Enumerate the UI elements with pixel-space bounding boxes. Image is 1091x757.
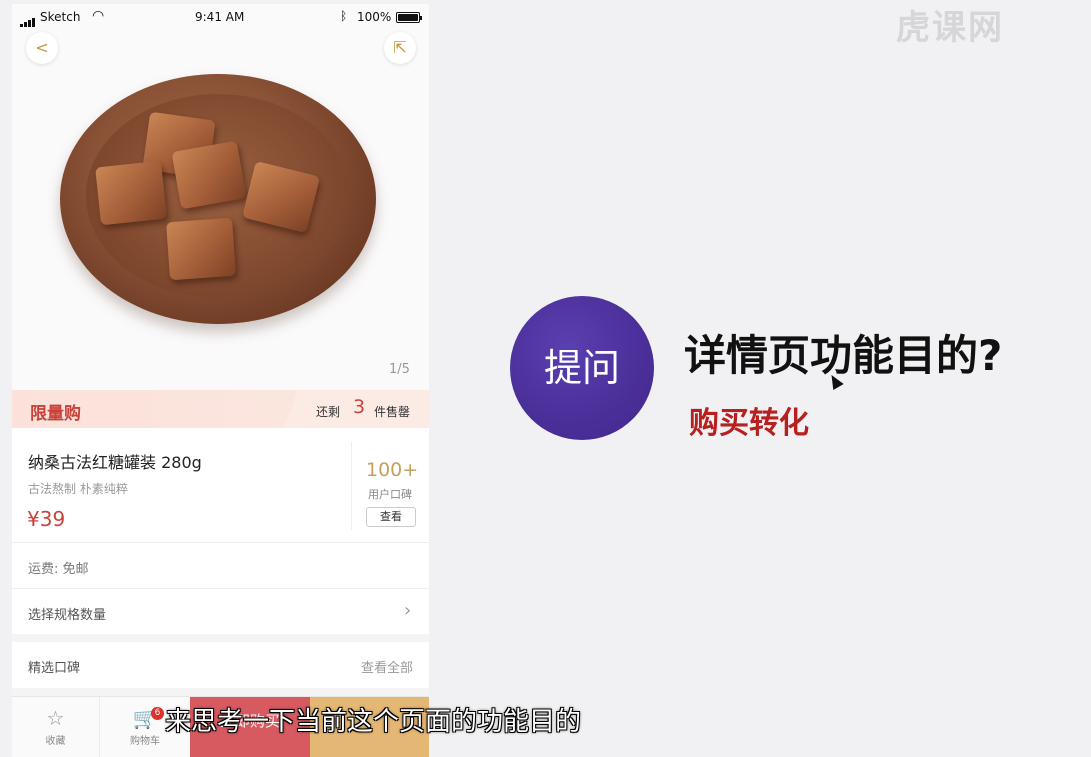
video-subtitle: 来思考一下当前这个页面的功能目的 xyxy=(165,707,582,737)
share-icon: ⇱ xyxy=(393,38,407,57)
share-button[interactable]: ⇱ xyxy=(384,32,416,64)
slide-question: 详情页功能目的? xyxy=(684,331,1003,380)
spec-selector-label: 选择规格数量 xyxy=(28,608,107,623)
stock-remaining-suffix: 件售罄 xyxy=(374,405,411,419)
flash-sale-banner: 限量购 还剩 3 件售罄 xyxy=(12,390,429,428)
watermark-logo: 虎课网 xyxy=(896,8,1004,48)
favorite-label: 收藏 xyxy=(45,736,66,747)
flash-sale-title: 限量购 xyxy=(30,404,81,424)
chevron-left-icon: < xyxy=(35,38,49,57)
divider xyxy=(351,442,352,530)
bluetooth-icon: ᛒ xyxy=(340,9,348,23)
ask-label: 提问 xyxy=(543,346,620,390)
product-info-card: 纳桑古法红糖罐装 280g 古法熬制 朴素纯粹 ¥39 100+ 用户口碑 查看 xyxy=(12,428,429,542)
review-label: 用户口碑 xyxy=(368,488,412,501)
carrier-name: Sketch xyxy=(40,10,81,24)
product-photo xyxy=(60,74,376,324)
battery-percent: 100% xyxy=(357,10,392,24)
image-pager: 1/5 xyxy=(389,362,410,377)
wifi-icon: ◠ xyxy=(92,8,105,24)
view-all-reviews-link[interactable]: 查看全部 xyxy=(361,657,413,676)
stock-remaining-prefix: 还剩 xyxy=(316,405,341,419)
stock-remaining-count: 3 xyxy=(353,396,366,418)
status-bar: Sketch ◠ 9:41 AM ᛒ 100% xyxy=(12,4,429,32)
shipping-info: 运费: 免邮 xyxy=(28,562,89,577)
ask-badge: 提问 xyxy=(510,296,654,440)
product-price: ¥39 xyxy=(27,507,66,531)
featured-reviews-title: 精选口碑 xyxy=(28,661,81,676)
review-count: 100+ xyxy=(366,459,419,481)
shipping-row: 运费: 免邮 xyxy=(12,542,429,588)
battery-icon xyxy=(396,12,422,23)
slide-answer: 购买转化 xyxy=(689,406,809,441)
product-name: 纳桑古法红糖罐装 280g xyxy=(28,453,202,472)
phone-screen: 1/5 Sketch ◠ 9:41 AM ᛒ 100% < ⇱ 限量购 还剩 3… xyxy=(12,4,429,757)
signal-icon xyxy=(20,13,36,27)
featured-reviews-header: 精选口碑 查看全部 xyxy=(12,642,429,688)
star-icon: ☆ xyxy=(46,706,65,730)
cart-badge: 6 xyxy=(151,707,164,720)
chevron-right-icon: › xyxy=(404,600,412,621)
favorite-button[interactable]: ☆ 收藏 xyxy=(12,697,100,757)
status-time: 9:41 AM xyxy=(195,10,245,24)
product-tagline: 古法熬制 朴素纯粹 xyxy=(28,482,128,496)
product-image-gallery[interactable]: 1/5 xyxy=(12,4,429,390)
back-button[interactable]: < xyxy=(26,32,58,64)
spec-selector-row[interactable]: 选择规格数量 › xyxy=(12,588,429,634)
view-reviews-button[interactable]: 查看 xyxy=(366,507,416,527)
